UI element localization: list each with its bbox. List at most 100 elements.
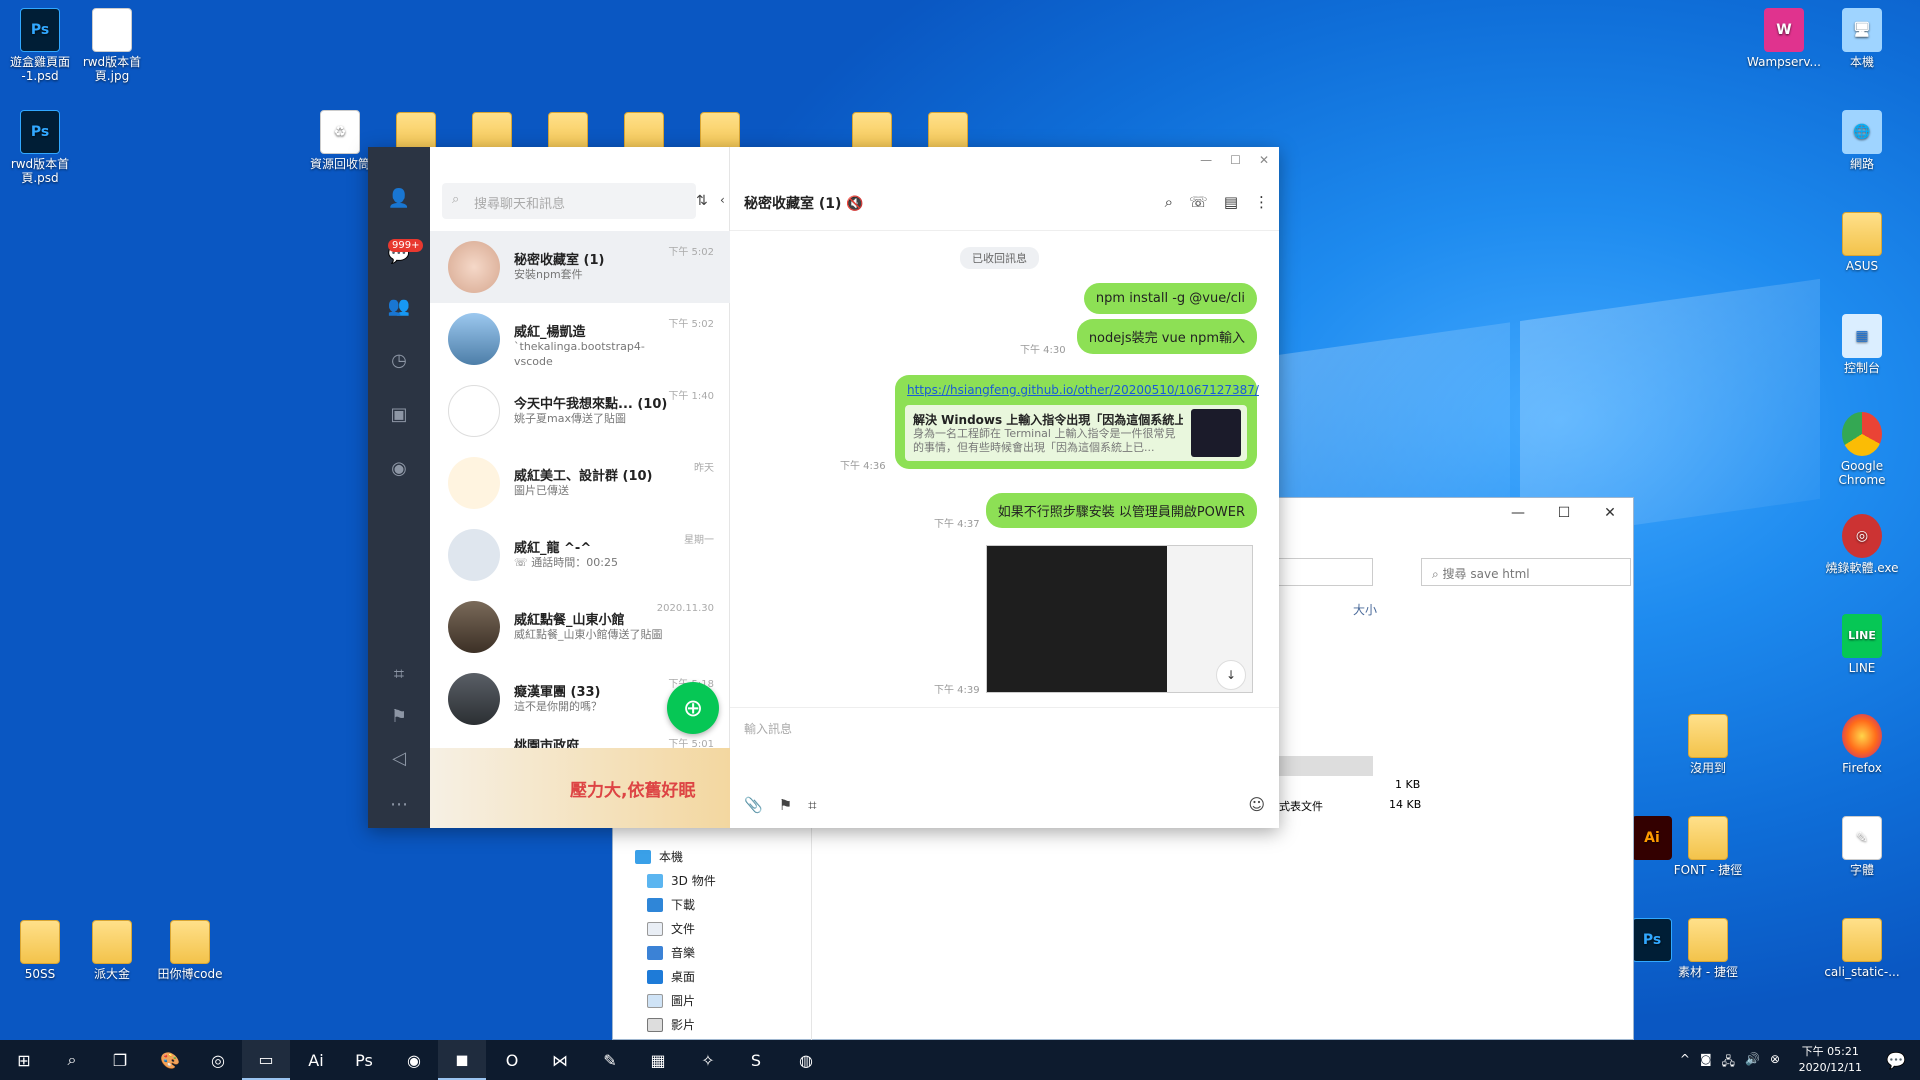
file-explorer-icon[interactable]: ▭ [242,1040,290,1080]
chat-item[interactable]: 威紅美工、設計群 (10) 圖片已傳送 昨天 [430,447,730,519]
opera-icon[interactable]: O [488,1040,536,1080]
desktop-icon[interactable]: 沒用到 [1668,714,1748,775]
nav-videos[interactable]: 影片 [647,1016,695,1033]
advertisement-banner[interactable]: 壓力大,依舊好眠 [430,748,730,828]
desktop-icon[interactable]: ◎ 燒錄軟體.exe [1822,514,1902,575]
collapse-icon[interactable]: ‹ [720,193,725,207]
new-chat-button[interactable]: ⊕ [667,682,719,734]
crop-icon[interactable]: ⌗ [387,663,411,687]
notepad-icon[interactable]: ✎ [586,1040,634,1080]
desktop-icon[interactable]: Ps rwd版本首頁.psd [0,110,80,185]
desktop-icon[interactable]: 🖥 本機 [1822,8,1902,69]
action-center-icon[interactable]: 💬 [1872,1040,1920,1080]
line-icon[interactable]: ◼ [438,1040,486,1080]
chrome-icon[interactable]: ◎ [194,1040,242,1080]
image-message[interactable] [986,545,1253,693]
chat-item[interactable]: 威紅_龍 ^-^ ☏ 通話時間：00:25 星期一 [430,519,730,591]
app-icon[interactable]: ◍ [782,1040,830,1080]
column-header-size[interactable]: 大小 [1353,601,1377,618]
call-icon[interactable]: ☏ [1189,193,1208,211]
keep-icon[interactable]: ▣ [387,403,411,427]
paint-icon[interactable]: 🎨 [146,1040,194,1080]
friends-icon[interactable]: 👤 [387,187,411,211]
chevron-up-icon[interactable]: ^ [1680,1052,1690,1073]
desktop-icon[interactable]: 50SS [0,920,80,981]
desktop-icon[interactable]: rwd版本首頁.jpg [72,8,152,83]
desktop-icon[interactable]: ✎ 字體 [1822,816,1902,877]
scroll-down-button[interactable]: ↓ [1216,660,1246,690]
chat-item[interactable]: 秘密收藏室 (1) 安裝npm套件 下午 5:02 [430,231,730,303]
add-friend-icon[interactable]: 👥 [387,295,411,319]
photoshop-icon[interactable]: Ps [340,1040,388,1080]
message-bubble[interactable]: 如果不行照步驟安裝 以管理員開啟POWER [985,493,1257,528]
chat-item[interactable]: 桃園市政府 下午 5:01 [430,735,730,749]
desktop-icon[interactable]: W Wampserv... [1744,8,1824,69]
desktop-icon[interactable]: Firefox [1822,714,1902,775]
desktop-icon[interactable]: Ps 遊盒雞頁面 -1.psd [0,8,80,83]
screenshot-icon[interactable]: ⌗ [808,796,816,814]
desktop-icon[interactable]: Google Chrome [1822,412,1902,487]
nav-music[interactable]: 音樂 [647,944,695,961]
line-window[interactable]: 👤 💬 999+ 👥 ◷ ▣ ◉ ⌗ ⚑ ◁ ⋯ ⌕ 搜尋聊天和訊息 ⇅ ‹ 秘密… [368,147,1279,828]
search-icon[interactable]: ⌕ [48,1040,96,1080]
skype-icon[interactable]: S [732,1040,780,1080]
calculator-icon[interactable]: ▦ [634,1040,682,1080]
task-view-icon[interactable]: ❐ [96,1040,144,1080]
network-icon[interactable]: 🖧 [1722,1052,1735,1073]
attachment-icon[interactable]: 📎 [744,796,763,814]
bookmark-icon[interactable]: ⚑ [387,705,411,729]
camera-icon[interactable]: ◙ [1700,1052,1712,1073]
minimize-button[interactable]: — [1200,153,1212,167]
vscode-icon[interactable]: ⋈ [536,1040,584,1080]
nav-documents[interactable]: 文件 [647,920,695,937]
nav-downloads[interactable]: 下載 [647,896,695,913]
message-input[interactable]: 輸入訊息 [744,720,792,737]
more-icon[interactable]: ⋯ [387,793,411,817]
nav-this-pc[interactable]: 本機 [635,848,683,865]
maximize-button[interactable]: ☐ [1541,498,1587,528]
chat-search-input[interactable]: ⌕ 搜尋聊天和訊息 [442,183,696,219]
mute-icon[interactable]: 🔇 [846,196,863,212]
start-button[interactable]: ⊞ [0,1040,48,1080]
nav-pictures[interactable]: 圖片 [647,992,695,1009]
more-options-icon[interactable]: ⋮ [1254,193,1269,211]
notes-icon[interactable]: ▤ [1224,193,1238,211]
desktop-icon[interactable]: LINE LINE [1822,614,1902,675]
search-input[interactable]: ⌕ 搜尋 save html [1421,558,1631,586]
close-button[interactable]: ✕ [1259,153,1269,167]
chat-item[interactable]: 今天中午我想來點... (10) 姚子夏max傳送了貼圖 下午 1:40 [430,375,730,447]
sort-icon[interactable]: ⇅ [696,193,708,209]
nav-3d-objects[interactable]: 3D 物件 [647,872,716,889]
message-bubble[interactable]: nodejs裝完 vue npm輸入 [1076,319,1257,354]
message-bubble[interactable]: npm install -g @vue/cli [1083,283,1257,314]
nav-desktop[interactable]: 桌面 [647,968,695,985]
desktop-icon[interactable]: cali_static-... [1822,918,1902,979]
search-icon[interactable]: ⌕ [1165,193,1173,211]
chat-item[interactable]: 威紅點餐_山東小館 威紅點餐_山東小館傳送了貼圖 2020.11.30 [430,591,730,663]
desktop-icon[interactable]: ▦ 控制台 [1822,314,1902,375]
selected-row[interactable] [1273,756,1373,776]
line-logo-icon[interactable]: ◉ [387,457,411,481]
link-preview-message[interactable]: https://hsiangfeng.github.io/other/20200… [895,375,1259,469]
speaker-icon[interactable]: ◁ [387,747,411,771]
desktop-icon[interactable]: 🌐 網路 [1822,110,1902,171]
firefox-icon[interactable]: ◉ [390,1040,438,1080]
message-input-area[interactable]: 輸入訊息 📎 ⚑ ⌗ ☺ [730,707,1279,828]
desktop-icon[interactable]: 田你博code [150,920,230,981]
close-button[interactable]: ✕ [1587,498,1633,528]
emoji-icon[interactable]: ☺ [1248,795,1265,814]
chat-item[interactable]: 威紅_楊凱造 `thekalinga.bootstrap4-vscode 下午 5:… [430,303,730,375]
history-icon[interactable]: ◷ [387,349,411,373]
clock[interactable]: 下午 05:21 2020/12/11 [1799,1044,1862,1076]
illustrator-icon[interactable]: Ai [292,1040,340,1080]
link-preview-card[interactable]: 解決 Windows 上輸入指令出現「因為這個系統上... 身為一名工程師在 T… [905,405,1247,461]
desktop-icon[interactable]: 派大金 [72,920,152,981]
compass-icon[interactable]: ✧ [684,1040,732,1080]
volume-icon[interactable]: 🔊 [1745,1052,1760,1073]
minimize-button[interactable]: — [1495,498,1541,528]
maximize-button[interactable]: ☐ [1230,153,1241,167]
message-link[interactable]: https://hsiangfeng.github.io/other/20200… [907,383,1259,397]
notification-area-icon[interactable]: ⊗ [1770,1052,1780,1073]
desktop-icon[interactable]: ASUS [1822,212,1902,273]
bookmark-icon[interactable]: ⚑ [779,796,792,814]
